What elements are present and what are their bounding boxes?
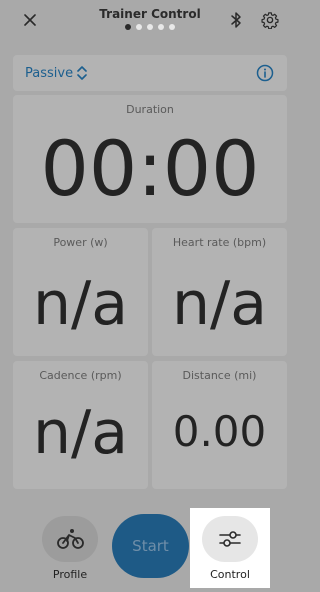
control-label: Control (210, 568, 250, 581)
page-indicator (0, 24, 300, 30)
start-button[interactable]: Start (112, 514, 189, 578)
power-value: n/a (32, 269, 128, 339)
power-card: Power (w) n/a (13, 228, 148, 356)
mode-selected-label: Passive (25, 65, 74, 81)
sliders-icon (219, 531, 241, 547)
page-dot[interactable] (147, 24, 153, 30)
duration-label: Duration (126, 103, 174, 116)
mode-select[interactable]: Passive (25, 63, 87, 83)
settings-button[interactable] (258, 8, 282, 32)
chevron-up-down-icon (77, 66, 87, 80)
stationary-bike-icon (57, 529, 84, 549)
gear-icon (261, 12, 279, 29)
heart-rate-value: n/a (171, 269, 267, 339)
duration-card: Duration 00:00 (13, 95, 287, 223)
cadence-label: Cadence (rpm) (39, 369, 122, 382)
distance-card: Distance (mi) 0.00 (152, 361, 287, 489)
control-button[interactable]: Control (190, 508, 270, 588)
cadence-card: Cadence (rpm) n/a (13, 361, 148, 489)
bluetooth-button[interactable] (226, 8, 246, 32)
info-button[interactable] (255, 63, 275, 83)
page-dot[interactable] (158, 24, 164, 30)
heart-rate-card: Heart rate (bpm) n/a (152, 228, 287, 356)
duration-value: 00:00 (40, 124, 260, 213)
bottom-nav: Profile Start Control (0, 508, 300, 592)
profile-icon-container (42, 516, 98, 562)
cadence-value: n/a (32, 398, 128, 468)
mode-bar: Passive (13, 55, 287, 91)
distance-label: Distance (mi) (182, 369, 257, 382)
control-icon-container (202, 516, 258, 562)
profile-button[interactable]: Profile (40, 516, 100, 588)
bluetooth-icon (231, 12, 241, 28)
page-dot[interactable] (136, 24, 142, 30)
page-dot[interactable] (169, 24, 175, 30)
profile-label: Profile (52, 568, 88, 581)
page-dot-active[interactable] (125, 24, 131, 30)
heart-rate-label: Heart rate (bpm) (172, 236, 267, 249)
info-icon (256, 64, 274, 82)
power-label: Power (w) (53, 236, 108, 249)
distance-value: 0.00 (172, 407, 267, 456)
top-bar: Trainer Control (0, 0, 300, 44)
page-title: Trainer Control (99, 7, 201, 21)
